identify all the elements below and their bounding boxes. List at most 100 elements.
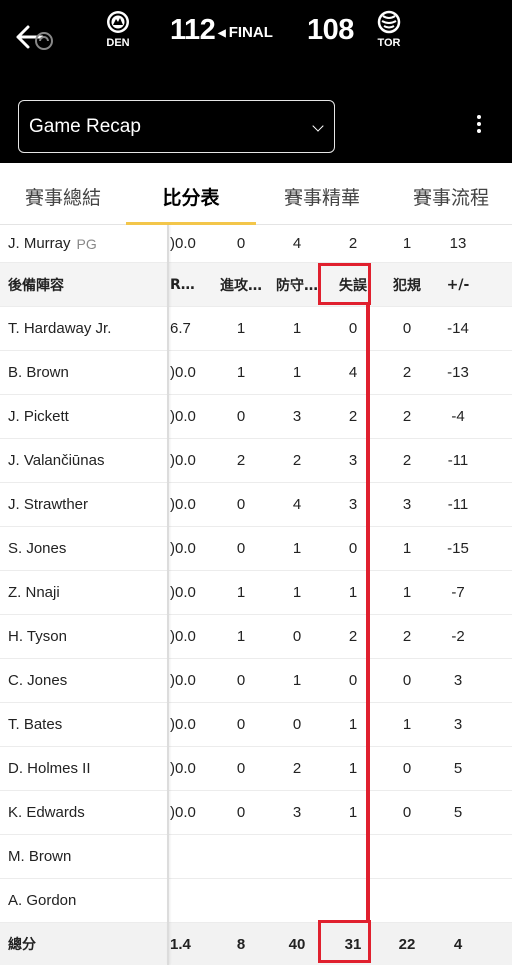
stat-cell: 1 (402, 540, 412, 557)
table-row[interactable]: S. Jones)0.0 0 1 0 1 -15 (0, 527, 512, 571)
player-name: A. Gordon (8, 892, 77, 909)
table-row[interactable]: J. Strawther)0.0 0 4 3 3 -11 (0, 483, 512, 527)
stat-cell-turnovers: 2 (348, 408, 358, 425)
stat-cell: 1 (292, 320, 302, 337)
stat-cell: 5 (453, 804, 463, 821)
table-row[interactable]: T. Bates)0.0 0 0 1 1 3 (0, 703, 512, 747)
table-row[interactable]: T. Hardaway Jr. 6.7 1 1 0 0 -14 (0, 307, 512, 351)
raptors-logo-icon (377, 10, 401, 34)
tab-box-score[interactable]: 比分表 (126, 183, 256, 225)
table-row[interactable]: M. Brown (0, 835, 512, 879)
stat-cell (213, 879, 269, 922)
player-name: K. Edwards (8, 804, 85, 821)
nuggets-logo-icon (107, 11, 129, 33)
player-name: J. Strawther (8, 496, 89, 513)
column-header[interactable]: +/- (433, 263, 483, 306)
stat-cell: 3 (402, 496, 412, 513)
player-name: C. Jones (8, 672, 68, 689)
home-score: 112 (170, 14, 216, 46)
stat-cell: 0 (236, 716, 246, 733)
stat-cell-turnovers: 3 (348, 452, 358, 469)
stat-cell: )0.0 (170, 716, 196, 733)
player-name: D. Holmes II (8, 760, 91, 777)
stat-cell: )0.0 (170, 364, 196, 381)
stat-cell-turnovers: 1 (348, 584, 358, 601)
stat-cell (381, 879, 433, 922)
stat-cell (169, 879, 213, 922)
stat-cell: 13 (449, 235, 467, 252)
stat-cell: )0.0 (170, 672, 196, 689)
away-team[interactable]: TOR (369, 10, 409, 49)
table-row[interactable]: C. Jones)0.0 0 1 0 0 3 (0, 659, 512, 703)
stat-cell: 2 (402, 408, 412, 425)
table-row[interactable]: B. Brown)0.0 1 1 4 2 -13 (0, 351, 512, 395)
stat-cell: 2 (292, 760, 302, 777)
tab-summary[interactable]: 賽事總結 (0, 183, 126, 225)
player-name: Z. Nnaji (8, 584, 60, 601)
player-name: J. Pickett (8, 408, 69, 425)
stat-cell: 4 (292, 235, 302, 252)
stat-cell: -11 (447, 452, 469, 469)
game-status: ◀ FINAL (218, 24, 273, 41)
total-cell: 1.4 (170, 935, 191, 953)
table-row[interactable]: H. Tyson)0.0 1 0 2 2 -2 (0, 615, 512, 659)
game-status-label: FINAL (228, 24, 273, 41)
back-button[interactable] (14, 18, 62, 58)
stat-cell-turnovers (325, 835, 381, 878)
stat-cell: 0 (236, 760, 246, 777)
stat-cell: )0.0 (170, 496, 196, 513)
table-row[interactable]: J. Pickett)0.0 0 3 2 2 -4 (0, 395, 512, 439)
dot (477, 115, 481, 119)
stat-cell: )0.0 (170, 452, 196, 469)
stat-cell: 1 (236, 364, 246, 381)
stat-cell: -15 (447, 540, 469, 557)
tab-highlights[interactable]: 賽事精華 (256, 183, 388, 225)
recap-dropdown-value: Game Recap (29, 116, 141, 137)
stat-cell: 0 (236, 540, 246, 557)
recap-dropdown[interactable]: Game Recap (18, 100, 335, 153)
table-row[interactable]: D. Holmes II)0.0 0 2 1 0 5 (0, 747, 512, 791)
stat-cell: )0.0 (170, 760, 196, 777)
column-header[interactable]: R… (169, 263, 213, 306)
table-row[interactable]: Z. Nnaji)0.0 1 1 1 1 -7 (0, 571, 512, 615)
tab-game-flow[interactable]: 賽事流程 (390, 183, 512, 225)
stat-cell (213, 835, 269, 878)
stat-cell: -2 (451, 628, 465, 645)
highlight-column-line (366, 305, 370, 920)
table-row[interactable]: J. Valančiūnas)0.0 2 2 3 2 -11 (0, 439, 512, 483)
home-team[interactable]: DEN (98, 10, 138, 49)
stat-cell: 1 (236, 584, 246, 601)
table-row[interactable]: K. Edwards)0.0 0 3 1 0 5 (0, 791, 512, 835)
stat-cell: 0 (402, 320, 412, 337)
stat-cell: 2 (402, 364, 412, 381)
stat-cell: 0 (292, 716, 302, 733)
stat-cell (269, 879, 325, 922)
more-options-button[interactable] (470, 112, 488, 142)
bench-title: 後備陣容 (8, 277, 64, 294)
player-name: M. Brown (8, 848, 72, 865)
column-header[interactable]: 犯規 (381, 263, 433, 306)
stat-cell-turnovers (325, 879, 381, 922)
table-row[interactable]: A. Gordon (0, 879, 512, 923)
stat-cell: 1 (236, 320, 246, 337)
column-header[interactable]: 進攻… (213, 263, 269, 306)
player-name: S. Jones (8, 540, 67, 557)
game-header-bar: DEN 112 ◀ FINAL 108 TOR Game Recap (0, 0, 512, 163)
stat-cell-turnovers: 0 (348, 540, 358, 557)
stat-cell: )0.0 (170, 408, 196, 425)
column-header[interactable]: 防守… (269, 263, 325, 306)
stat-cell-turnovers: 2 (348, 628, 358, 645)
stat-cell: 2 (402, 452, 412, 469)
box-score-table: J. Murray PG )0.0 0 4 2 1 13 後備陣容 R… 進攻… … (0, 225, 512, 965)
player-name: J. Murray PG (8, 225, 97, 262)
stat-cell: 2 (292, 452, 302, 469)
frozen-column-divider (167, 225, 169, 965)
table-row[interactable]: J. Murray PG )0.0 0 4 2 1 13 (0, 225, 512, 263)
player-name: T. Hardaway Jr. (8, 320, 112, 337)
stat-cell (433, 835, 483, 878)
stat-cell: 0 (236, 804, 246, 821)
stat-cell: 0 (236, 408, 246, 425)
stat-cell (269, 835, 325, 878)
stat-cell-turnovers: 0 (348, 320, 358, 337)
stat-cell: -7 (451, 584, 465, 601)
